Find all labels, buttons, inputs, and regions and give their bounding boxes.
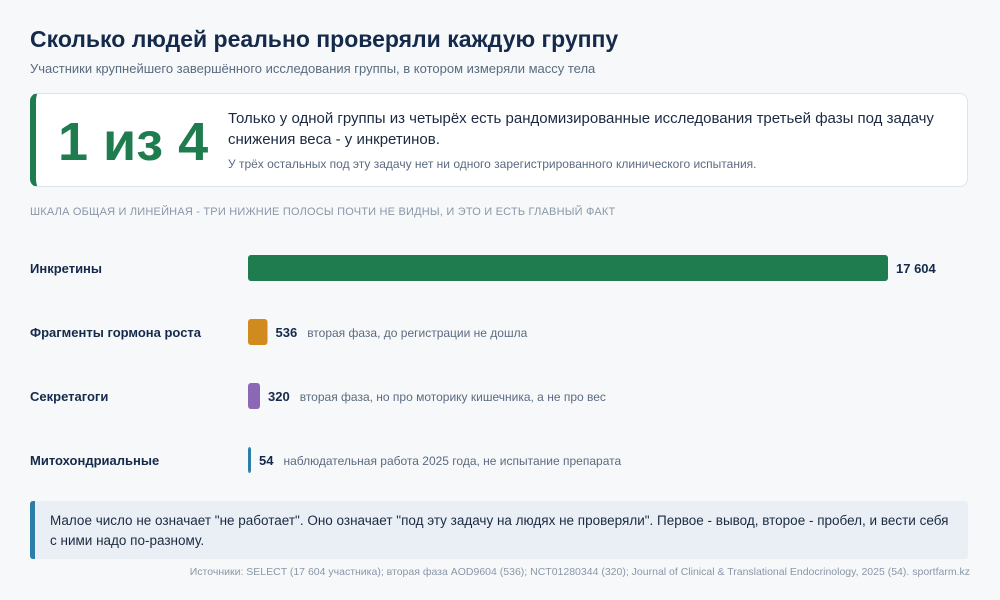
callout-headline-number: 1 из 4: [58, 112, 209, 172]
sources-note: Источники: SELECT (17 604 участника); вт…: [189, 566, 970, 578]
value-label: 54: [259, 453, 274, 468]
takeaway-text: Малое число не означает "не работает". О…: [50, 513, 949, 548]
scale-note: ШКАЛА ОБЩАЯ И ЛИНЕЙНАЯ - ТРИ НИЖНИЕ ПОЛО…: [30, 206, 616, 218]
bar: [248, 255, 888, 281]
key-fact-callout: 1 из 4 Только у одной группы из четырёх …: [30, 93, 968, 187]
value-label: 17 604: [896, 261, 937, 276]
category-label: Секретагоги: [30, 389, 108, 404]
bar: [248, 383, 260, 409]
callout-main-text: Только у одной группы из четырёх есть ра…: [228, 110, 934, 148]
chart-title: Сколько людей реально проверяли каждую г…: [30, 26, 619, 52]
category-label: Фрагменты гормона роста: [30, 325, 202, 340]
bar: [248, 447, 251, 473]
bar-note: вторая фаза, но про моторику кишечника, …: [300, 390, 606, 404]
bar-chart: Инкретины 17 604 Фрагменты гормона роста 53…: [30, 255, 937, 473]
callout-sub-text: У трёх остальных под эту задачу нет ни о…: [228, 157, 757, 171]
value-label: 536: [275, 325, 297, 340]
bar-note: вторая фаза, до регистрации не дошла: [307, 326, 527, 340]
takeaway-box: Малое число не означает "не работает". О…: [30, 501, 968, 559]
category-label: Инкретины: [30, 261, 102, 276]
chart-subtitle: Участники крупнейшего завершённого иссле…: [30, 61, 596, 76]
value-label: 320: [268, 389, 290, 404]
bar: [248, 319, 268, 345]
category-label: Митохондриальные: [30, 453, 159, 468]
bar-note: наблюдательная работа 2025 года, не испы…: [283, 454, 621, 468]
